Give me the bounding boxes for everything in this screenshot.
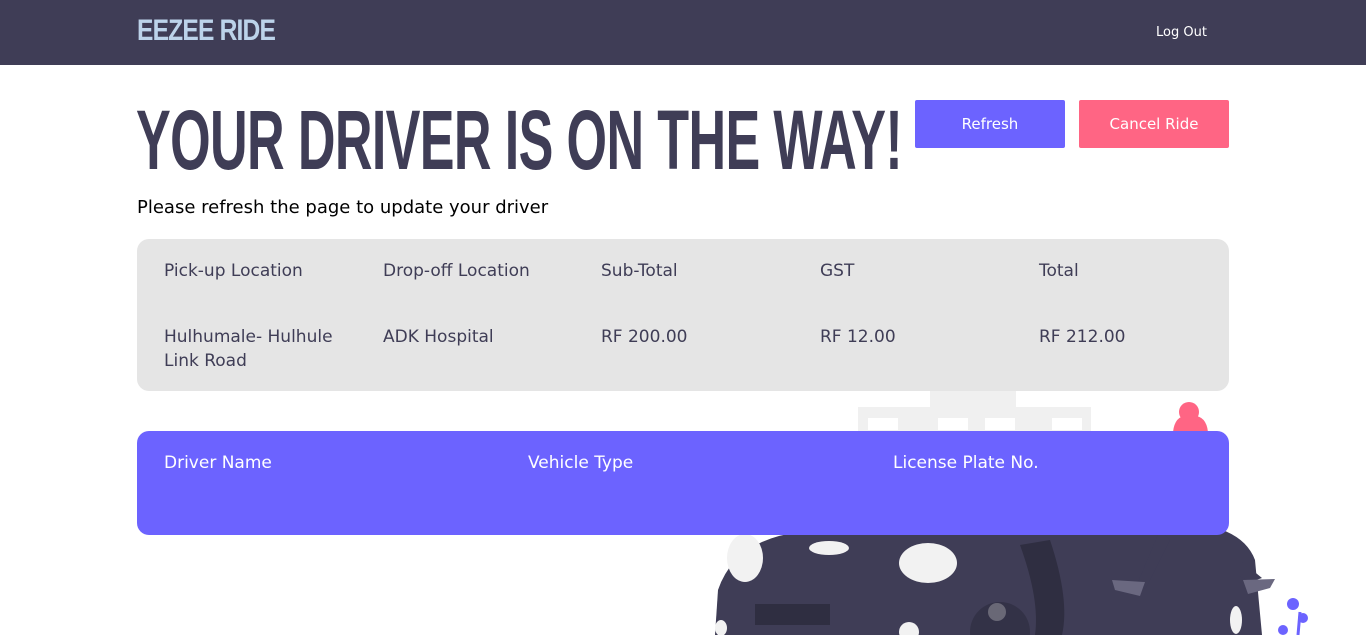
driver-details-card: Driver Name Vehicle Type License Plate N… [137, 431, 1229, 535]
subtotal-header: Sub-Total [601, 261, 678, 281]
driver-name-header: Driver Name [164, 453, 272, 473]
vehicle-type-header: Vehicle Type [528, 453, 634, 473]
pickup-header: Pick-up Location [164, 261, 303, 281]
subtotal-column: Sub-Total RF 200.00 [601, 261, 801, 349]
ride-details-card: Pick-up Location Hulhumale- Hulhule Link… [137, 239, 1229, 391]
gst-value: RF 12.00 [820, 327, 896, 347]
total-column: Total RF 212.00 [1039, 261, 1239, 349]
license-plate-header: License Plate No. [893, 453, 1039, 473]
dropoff-column: Drop-off Location ADK Hospital [383, 261, 583, 349]
subtotal-value: RF 200.00 [601, 327, 688, 347]
pickup-value: Hulhumale- Hulhule Link Road [164, 327, 333, 371]
total-value: RF 212.00 [1039, 327, 1126, 347]
dropoff-header: Drop-off Location [383, 261, 530, 281]
dropoff-value: ADK Hospital [383, 327, 494, 347]
total-header: Total [1039, 261, 1079, 281]
gst-column: GST RF 12.00 [820, 261, 1020, 349]
gst-header: GST [820, 261, 855, 281]
pickup-column: Pick-up Location Hulhumale- Hulhule Link… [164, 261, 364, 373]
